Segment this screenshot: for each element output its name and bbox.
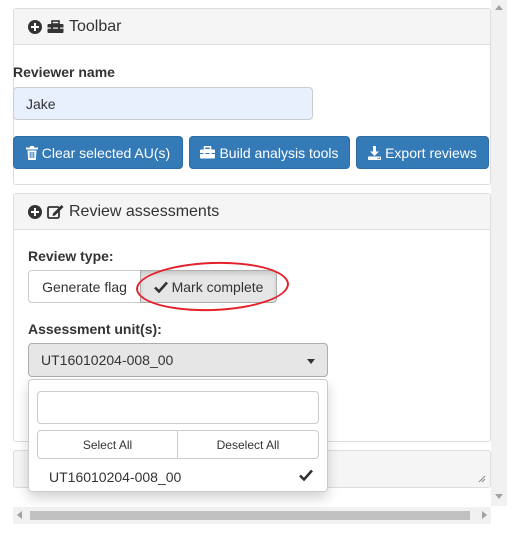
dropdown-search-input[interactable]	[37, 391, 319, 424]
select-all-button[interactable]: Select All	[37, 430, 178, 459]
deselect-all-label: Deselect All	[216, 437, 280, 452]
review-panel-header[interactable]: Review assessments	[14, 194, 490, 230]
download-icon	[368, 145, 382, 160]
assessment-units-select[interactable]: UT16010204-008_00	[28, 343, 328, 377]
review-type-label: Review type:	[28, 248, 114, 264]
reviewer-name-label: Reviewer name	[13, 64, 115, 80]
scroll-down-icon[interactable]	[495, 494, 503, 499]
scroll-up-icon[interactable]	[495, 5, 503, 10]
scroll-right-icon[interactable]	[482, 511, 487, 519]
horizontal-scrollbar[interactable]	[13, 507, 491, 524]
scroll-left-icon[interactable]	[17, 511, 22, 519]
check-icon	[153, 281, 168, 293]
mark-complete-option[interactable]: Mark complete	[140, 270, 277, 303]
clear-selected-label: Clear selected AU(s)	[41, 144, 171, 161]
reviewer-name-input[interactable]	[13, 87, 313, 120]
toolbox-icon	[200, 146, 216, 159]
app-viewport: Toolbar Reviewer name Clear selected AU(…	[0, 0, 527, 540]
trash-icon	[25, 145, 38, 160]
export-reviews-label: Export reviews	[385, 144, 477, 161]
check-icon	[299, 469, 313, 481]
select-all-label: Select All	[82, 437, 133, 452]
plus-circle-icon[interactable]	[28, 19, 42, 34]
dropdown-option-label: UT16010204-008_00	[49, 469, 182, 485]
horizontal-scroll-thumb[interactable]	[30, 511, 470, 520]
export-reviews-button[interactable]: Export reviews	[356, 136, 489, 169]
toolbar-title: Toolbar	[69, 17, 122, 35]
assessment-units-selected: UT16010204-008_00	[41, 352, 174, 368]
build-analysis-tools-button[interactable]: Build analysis tools	[189, 136, 350, 169]
assessment-units-label: Assessment unit(s):	[28, 321, 162, 337]
generate-flag-option[interactable]: Generate flag	[28, 270, 141, 303]
vertical-scrollbar[interactable]	[491, 0, 507, 506]
edit-icon	[47, 204, 64, 219]
plus-circle-icon[interactable]	[28, 204, 42, 219]
chevron-down-icon	[307, 359, 315, 364]
deselect-all-button[interactable]: Deselect All	[177, 430, 319, 459]
resize-handle-icon[interactable]	[478, 475, 486, 483]
mark-complete-label: Mark complete	[171, 278, 264, 295]
toolbox-icon	[47, 19, 64, 34]
toolbar-panel-header[interactable]: Toolbar	[14, 9, 490, 45]
review-panel-title: Review assessments	[69, 202, 220, 220]
generate-flag-label: Generate flag	[42, 278, 127, 295]
dropdown-option[interactable]: UT16010204-008_00	[29, 465, 327, 489]
clear-selected-button[interactable]: Clear selected AU(s)	[13, 136, 183, 169]
build-analysis-tools-label: Build analysis tools	[219, 144, 339, 161]
assessment-units-dropdown: Select All Deselect All UT16010204-008_0…	[28, 379, 328, 492]
